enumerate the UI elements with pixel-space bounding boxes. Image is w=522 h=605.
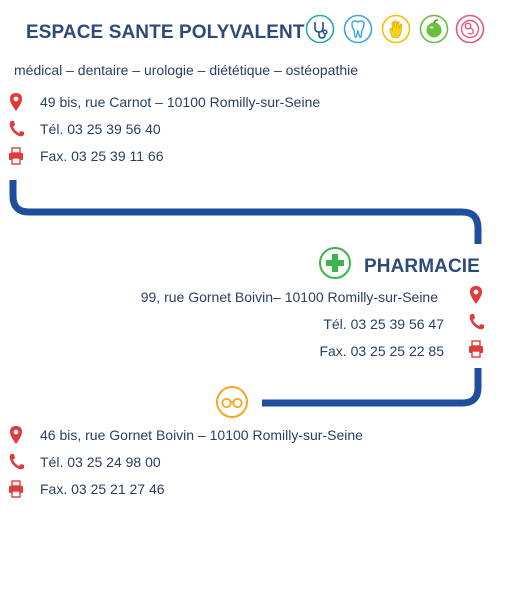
- section3-fax: Fax. 03 25 21 27 46: [40, 481, 165, 497]
- fax-icon: [469, 340, 483, 358]
- section2-fax: Fax. 03 25 25 22 85: [319, 343, 444, 359]
- fetus-icon: [455, 14, 485, 44]
- phone-icon: [469, 314, 484, 330]
- fax-icon: [9, 480, 23, 498]
- pharmacy-cross-icon: [319, 247, 351, 279]
- section1-title: ESPACE SANTE POLYVALENT: [26, 22, 305, 43]
- fax-icon: [9, 147, 23, 165]
- map-pin-icon: [10, 426, 22, 444]
- tooth-icon: [343, 14, 373, 44]
- section1-address: 49 bis, rue Carnot – 10100 Romilly-sur-S…: [40, 94, 321, 110]
- section3-phone: Tél. 03 25 24 98 00: [40, 454, 161, 470]
- section2-title: PHARMACIE: [364, 256, 480, 277]
- hand-icon: [381, 14, 411, 44]
- stethoscope-icon: [305, 14, 335, 44]
- apple-icon: [419, 14, 449, 44]
- section2-phone: Tél. 03 25 39 56 47: [323, 316, 444, 332]
- section2-address: 99, rue Gornet Boivin– 10100 Romilly-sur…: [140, 289, 438, 305]
- phone-icon: [9, 121, 24, 137]
- section1-phone: Tél. 03 25 39 56 40: [40, 121, 161, 137]
- section1-fax: Fax. 03 25 39 11 66: [40, 148, 164, 164]
- glasses-icon: [216, 386, 248, 418]
- section1-subtitle: médical – dentaire – urologie – diététiq…: [14, 62, 359, 78]
- map-pin-icon: [470, 286, 482, 304]
- map-pin-icon: [10, 93, 22, 111]
- phone-icon: [9, 454, 24, 470]
- section3-address: 46 bis, rue Gornet Boivin – 10100 Romill…: [40, 427, 363, 443]
